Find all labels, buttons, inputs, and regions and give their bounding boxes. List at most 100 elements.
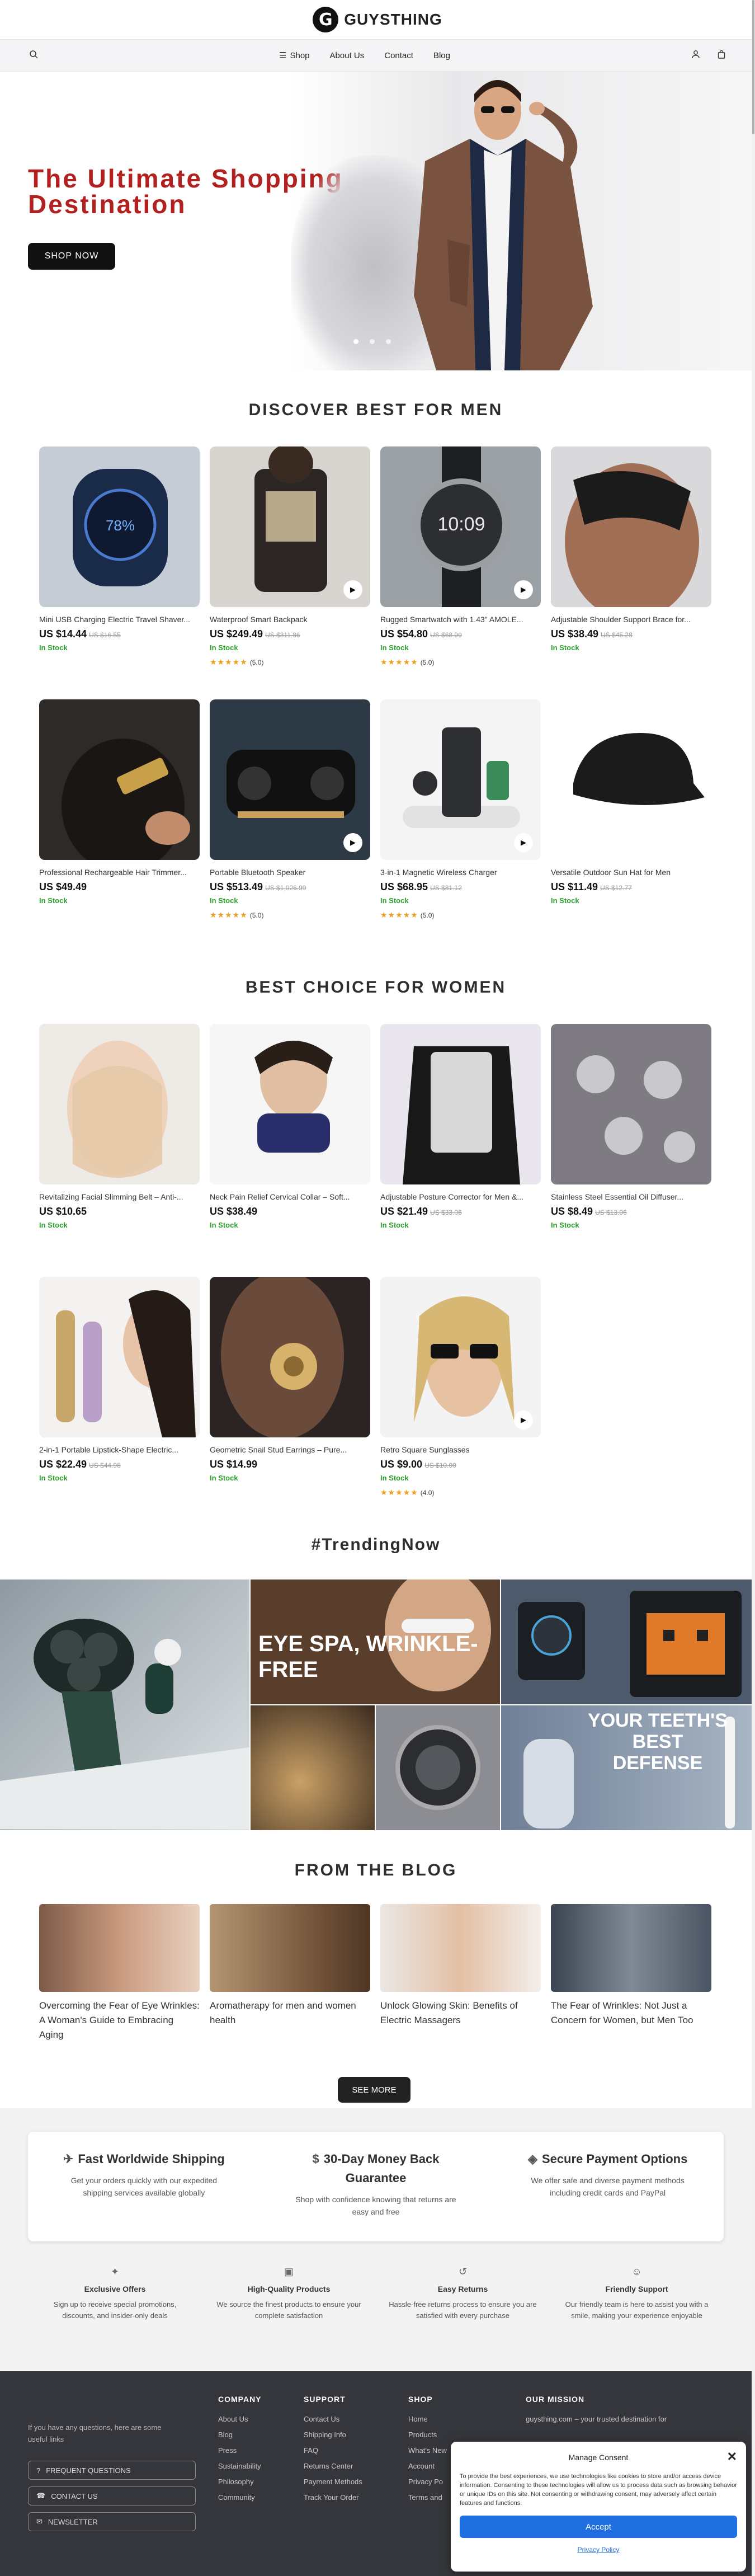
product-card[interactable]: 78% Mini USB Charging Electric Travel Sha… — [39, 446, 200, 687]
trending-toothbrush-tile[interactable]: YOUR TEETH'S BEST DEFENSE — [501, 1705, 754, 1830]
product-image[interactable] — [551, 699, 711, 860]
product-image[interactable] — [551, 446, 711, 607]
product-name[interactable]: Mini USB Charging Electric Travel Shaver… — [39, 615, 200, 624]
footer-link[interactable]: Privacy Po — [408, 2478, 447, 2486]
product-card[interactable]: Geometric Snail Stud Earrings – Pure... U… — [210, 1277, 370, 1517]
product-image[interactable]: 78% — [39, 446, 200, 607]
blog-post[interactable]: The Fear of Wrinkles: Not Just a Concern… — [551, 1904, 711, 2042]
blog-post-title[interactable]: The Fear of Wrinkles: Not Just a Concern… — [551, 1999, 711, 2028]
blog-image[interactable] — [39, 1904, 200, 1992]
product-name[interactable]: Adjustable Posture Corrector for Men &..… — [380, 1192, 541, 1201]
product-image[interactable]: ▶ — [380, 1277, 541, 1437]
product-name[interactable]: Retro Square Sunglasses — [380, 1445, 541, 1454]
close-icon[interactable]: ✕ — [727, 2450, 737, 2464]
product-name[interactable]: Professional Rechargeable Hair Trimmer..… — [39, 868, 200, 877]
blog-post[interactable]: Unlock Glowing Skin: Benefits of Electri… — [380, 1904, 541, 2042]
product-name[interactable]: Adjustable Shoulder Support Brace for... — [551, 615, 711, 624]
trending-eye-spa-tile[interactable]: EYE SPA, WRINKLE-FREE — [251, 1580, 500, 1704]
product-card[interactable]: Revitalizing Facial Slimming Belt – Anti… — [39, 1024, 200, 1265]
privacy-policy-link[interactable]: Privacy Policy — [451, 2546, 746, 2554]
footer-link[interactable]: Blog — [218, 2431, 262, 2439]
footer-link[interactable]: What's New — [408, 2446, 447, 2455]
product-image[interactable]: ▶ — [380, 699, 541, 860]
footer-link[interactable]: Products — [408, 2431, 447, 2439]
account-icon[interactable] — [691, 50, 700, 62]
product-name[interactable]: Waterproof Smart Backpack — [210, 615, 370, 624]
product-image[interactable] — [210, 1024, 370, 1184]
footer-link[interactable]: Terms and — [408, 2493, 447, 2502]
product-card[interactable]: 10:09 ▶ Rugged Smartwatch with 1.43" AMOLE… — [380, 446, 541, 687]
nav-contact[interactable]: Contact — [384, 50, 413, 60]
footer-link[interactable]: Returns Center — [304, 2462, 362, 2470]
see-more-button[interactable]: SEE MORE — [338, 2077, 410, 2103]
blog-image[interactable] — [380, 1904, 541, 1992]
carousel-dot[interactable] — [370, 339, 375, 344]
footer-link[interactable]: Contact Us — [304, 2415, 362, 2423]
product-image[interactable] — [39, 1277, 200, 1437]
nav-shop[interactable]: ☰ Shop — [279, 50, 310, 61]
scrollbar-thumb[interactable] — [752, 0, 754, 134]
product-card[interactable]: ▶ Portable Bluetooth Speaker US $513.49 US … — [210, 699, 370, 940]
product-name[interactable]: Rugged Smartwatch with 1.43" AMOLE... — [380, 615, 541, 624]
blog-post[interactable]: Overcoming the Fear of Eye Wrinkles: A W… — [39, 1904, 200, 2042]
product-card[interactable]: Versatile Outdoor Sun Hat for Men US $11.… — [551, 699, 711, 940]
product-name[interactable]: 3-in-1 Magnetic Wireless Charger — [380, 868, 541, 877]
page-scrollbar[interactable] — [752, 0, 755, 2576]
blog-image[interactable] — [210, 1904, 370, 1992]
product-card[interactable]: ▶ Waterproof Smart Backpack US $249.49 US $… — [210, 446, 370, 687]
product-card[interactable]: ▶ Retro Square Sunglasses US $9.00 US $10.0… — [380, 1277, 541, 1517]
footer-link[interactable]: Track Your Order — [304, 2493, 362, 2502]
trending-gadget-tile[interactable] — [501, 1580, 754, 1704]
product-card[interactable]: Adjustable Posture Corrector for Men &..… — [380, 1024, 541, 1265]
nav-about[interactable]: About Us — [330, 50, 365, 60]
search-icon[interactable] — [29, 50, 38, 62]
footer-link[interactable]: Philosophy — [218, 2478, 262, 2486]
product-card[interactable]: 2-in-1 Portable Lipstick-Shape Electric.… — [39, 1277, 200, 1517]
logo[interactable]: G GUYSTHING — [0, 0, 755, 39]
product-image[interactable] — [380, 1024, 541, 1184]
faq-button[interactable]: ? FREQUENT QUESTIONS — [28, 2461, 196, 2480]
blog-post-title[interactable]: Aromatherapy for men and women health — [210, 1999, 370, 2028]
shop-now-button[interactable]: SHOP NOW — [28, 243, 115, 270]
footer-link[interactable]: Shipping Info — [304, 2431, 362, 2439]
product-name[interactable]: Revitalizing Facial Slimming Belt – Anti… — [39, 1192, 200, 1201]
play-icon[interactable]: ▶ — [343, 833, 362, 852]
footer-link[interactable]: Payment Methods — [304, 2478, 362, 2486]
carousel-dot[interactable] — [386, 339, 391, 344]
product-name[interactable]: Portable Bluetooth Speaker — [210, 868, 370, 877]
footer-link[interactable]: Sustainability — [218, 2462, 262, 2470]
play-icon[interactable]: ▶ — [343, 580, 362, 599]
play-icon[interactable]: ▶ — [514, 1411, 533, 1430]
product-image[interactable]: 10:09 ▶ — [380, 446, 541, 607]
product-image[interactable] — [551, 1024, 711, 1184]
nav-blog[interactable]: Blog — [433, 50, 450, 60]
product-name[interactable]: Stainless Steel Essential Oil Diffuser..… — [551, 1192, 711, 1201]
trending-shaver-tile[interactable] — [0, 1580, 249, 1830]
carousel-dots[interactable] — [353, 339, 391, 344]
product-card[interactable]: Stainless Steel Essential Oil Diffuser..… — [551, 1024, 711, 1265]
product-name[interactable]: Versatile Outdoor Sun Hat for Men — [551, 868, 711, 877]
product-card[interactable]: Professional Rechargeable Hair Trimmer..… — [39, 699, 200, 940]
footer-link[interactable]: Community — [218, 2493, 262, 2502]
blog-post-title[interactable]: Overcoming the Fear of Eye Wrinkles: A W… — [39, 1999, 200, 2042]
product-name[interactable]: 2-in-1 Portable Lipstick-Shape Electric.… — [39, 1445, 200, 1454]
footer-link[interactable]: FAQ — [304, 2446, 362, 2455]
product-name[interactable]: Neck Pain Relief Cervical Collar – Soft.… — [210, 1192, 370, 1201]
product-image[interactable]: ▶ — [210, 446, 370, 607]
trending-diffuser-watch-tile[interactable] — [251, 1705, 500, 1830]
play-icon[interactable]: ▶ — [514, 580, 533, 599]
product-image[interactable] — [39, 699, 200, 860]
cart-icon[interactable] — [717, 50, 726, 62]
product-image[interactable] — [210, 1277, 370, 1437]
footer-link[interactable]: About Us — [218, 2415, 262, 2423]
footer-link[interactable]: Home — [408, 2415, 447, 2423]
product-card[interactable]: Adjustable Shoulder Support Brace for...… — [551, 446, 711, 687]
footer-link[interactable]: Account — [408, 2462, 447, 2470]
product-card[interactable]: Neck Pain Relief Cervical Collar – Soft.… — [210, 1024, 370, 1265]
accept-button[interactable]: Accept — [460, 2516, 737, 2538]
blog-post[interactable]: Aromatherapy for men and women health — [210, 1904, 370, 2042]
carousel-dot[interactable] — [353, 339, 358, 344]
blog-image[interactable] — [551, 1904, 711, 1992]
product-image[interactable] — [39, 1024, 200, 1184]
contact-button[interactable]: ☎ CONTACT US — [28, 2486, 196, 2506]
